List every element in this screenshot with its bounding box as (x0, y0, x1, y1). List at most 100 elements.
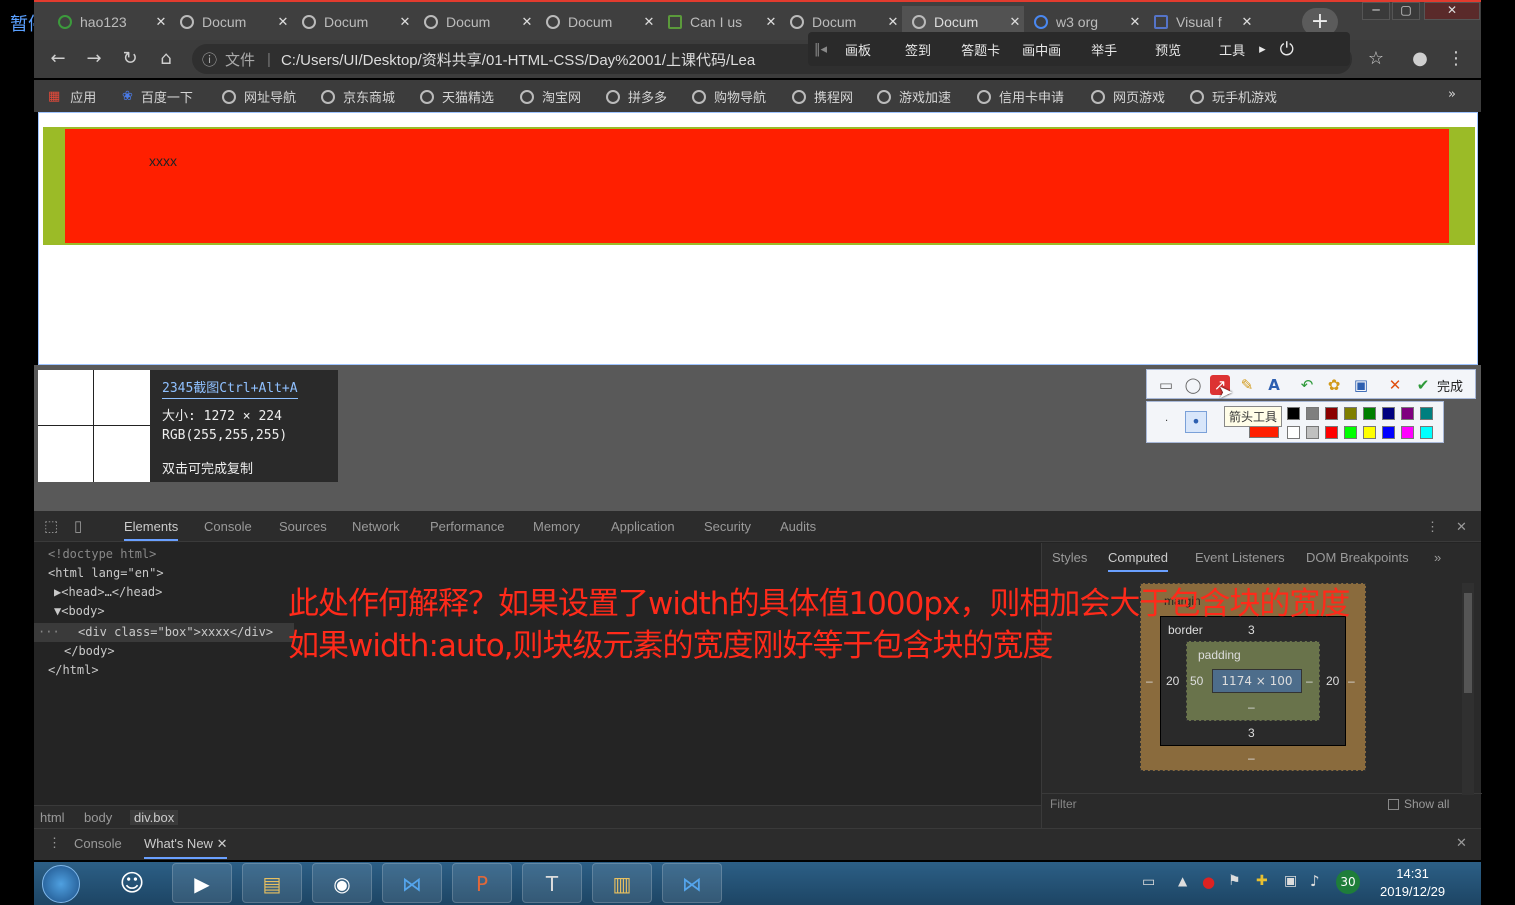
bookmark-item[interactable]: 京东商城 (321, 87, 395, 106)
keyboard-tray-icon[interactable]: ▭ (1142, 874, 1155, 890)
tab-security[interactable]: Security (704, 519, 751, 534)
info-icon[interactable]: ⓘ (202, 49, 217, 70)
tab-network[interactable]: Network (352, 519, 400, 534)
tab-performance[interactable]: Performance (430, 519, 504, 534)
brush-tool-icon[interactable]: ✎ (1237, 375, 1257, 395)
code-line[interactable]: </body> (64, 644, 115, 658)
system-clock[interactable]: 14:31 2019/12/29 (1380, 865, 1445, 901)
code-line[interactable]: ▼<body> (54, 604, 105, 618)
save-icon[interactable]: ▣ (1351, 375, 1371, 395)
color-swatch[interactable] (1287, 426, 1300, 439)
maximize-button[interactable]: ▢ (1392, 2, 1420, 20)
bookmark-item[interactable]: 玩手机游戏 (1190, 87, 1277, 106)
color-swatch[interactable] (1382, 407, 1395, 420)
inspect-icon[interactable]: ⬚ (44, 517, 58, 535)
network-icon[interactable]: ▣ (1284, 873, 1297, 889)
color-swatch[interactable] (1344, 407, 1357, 420)
close-icon[interactable]: ✕ (762, 14, 780, 30)
power-icon[interactable]: ⏻ (1280, 39, 1294, 60)
avatar-app-icon[interactable]: ☺ (102, 863, 162, 903)
powerpoint-icon[interactable]: P (452, 863, 512, 903)
color-swatch[interactable] (1363, 407, 1376, 420)
pen-tool-item[interactable]: 工具 (1219, 40, 1245, 59)
tab-application[interactable]: Application (611, 519, 675, 534)
color-swatch[interactable] (1306, 426, 1319, 439)
devtools-close-icon[interactable]: ✕ (1456, 519, 1467, 535)
pointer-icon[interactable]: ▸ (1259, 42, 1266, 57)
action-center-flag-icon[interactable]: ⚑ (1228, 873, 1241, 889)
bookmark-item[interactable]: 拼多多 (606, 87, 667, 106)
home-icon[interactable]: ⌂ (154, 48, 178, 69)
bookmark-item[interactable]: 网址导航 (222, 87, 296, 106)
drawer-close-icon[interactable]: ✕ (1456, 835, 1467, 851)
close-icon[interactable]: ✕ (884, 14, 902, 30)
color-swatch[interactable] (1325, 426, 1338, 439)
drawer-tab-whats-new[interactable]: What's New ✕ (144, 836, 228, 859)
check-icon[interactable]: ✔ (1413, 375, 1433, 395)
breadcrumb-div-box[interactable]: div.box (130, 810, 179, 825)
tray-expand-icon[interactable]: ▲ (1178, 874, 1187, 888)
close-icon[interactable]: ✕ (152, 14, 170, 30)
star-icon[interactable]: ☆ (1364, 48, 1388, 69)
tab-elements[interactable]: Elements (124, 519, 179, 541)
tab-dom-breakpoints[interactable]: DOM Breakpoints (1306, 550, 1409, 565)
text-tool-icon[interactable]: A (1264, 375, 1284, 395)
menu-icon[interactable]: ⋮ (1444, 48, 1468, 69)
profile-icon[interactable]: ● (1408, 48, 1432, 69)
tab-audits[interactable]: Audits (780, 519, 816, 534)
tab-styles[interactable]: Styles (1052, 550, 1087, 565)
badge-icon[interactable]: 30 (1336, 870, 1360, 894)
volume-icon[interactable]: ♪ (1310, 872, 1320, 890)
share-icon[interactable]: ✿ (1324, 375, 1344, 395)
bookmark-item[interactable]: ❀ 百度一下 (122, 87, 193, 106)
bookmark-item[interactable]: 信用卡申请 (977, 87, 1064, 106)
drawer-tab-console[interactable]: Console (74, 836, 122, 851)
notepad-app-icon[interactable]: ▥ (592, 863, 652, 903)
close-window-button[interactable]: ✕ (1424, 2, 1480, 20)
color-swatch[interactable] (1306, 407, 1319, 420)
breadcrumb-body[interactable]: body (84, 810, 112, 825)
bookmark-item[interactable]: 携程网 (792, 87, 853, 106)
checkbox-icon[interactable] (1388, 799, 1399, 811)
reload-icon[interactable]: ↻ (118, 48, 142, 69)
code-line[interactable]: <html lang="en"> (48, 566, 164, 580)
show-all-checkbox[interactable]: Show all (1388, 797, 1449, 811)
bookmark-item[interactable]: 网页游戏 (1091, 87, 1165, 106)
minimize-button[interactable]: ─ (1362, 2, 1390, 20)
start-button[interactable] (42, 865, 80, 903)
code-line[interactable]: </html> (48, 663, 99, 677)
browser-tab[interactable]: Can I us ✕ (658, 6, 780, 38)
color-swatch[interactable] (1325, 407, 1338, 420)
cancel-icon[interactable]: ✕ (1385, 375, 1405, 395)
drawer-menu-icon[interactable]: ⋮ (48, 835, 61, 851)
close-icon[interactable]: ✕ (1126, 14, 1144, 30)
vscode-icon[interactable]: ⋈ (382, 863, 442, 903)
color-swatch[interactable] (1287, 407, 1300, 420)
undo-icon[interactable]: ↶ (1297, 375, 1317, 395)
browser-tab[interactable]: hao123 ✕ (48, 6, 170, 38)
pen-tool-item[interactable]: 签到 (905, 40, 931, 59)
bookmark-item[interactable]: 购物导航 (692, 87, 766, 106)
bookmark-item[interactable]: 游戏加速 (877, 87, 951, 106)
color-swatch[interactable] (1344, 426, 1357, 439)
media-player-icon[interactable]: ▶ (172, 863, 232, 903)
browser-tab[interactable]: Docum ✕ (414, 6, 536, 38)
tab-console[interactable]: Console (204, 519, 252, 534)
close-icon[interactable]: ✕ (1238, 14, 1256, 30)
more-bookmarks-icon[interactable]: » (1448, 87, 1456, 102)
close-icon[interactable]: ✕ (274, 14, 292, 30)
device-toggle-icon[interactable]: ▯ (74, 517, 82, 535)
tab-memory[interactable]: Memory (533, 519, 580, 534)
pen-tool-item[interactable]: 画板 (845, 40, 871, 59)
tab-sources[interactable]: Sources (279, 519, 327, 534)
tab-computed[interactable]: Computed (1108, 550, 1168, 572)
browser-tab[interactable]: Docum ✕ (292, 6, 414, 38)
color-swatch[interactable] (1382, 426, 1395, 439)
close-icon[interactable]: ✕ (1006, 14, 1024, 30)
code-line[interactable]: <!doctype html> (48, 547, 156, 561)
bookmark-item[interactable]: 天猫精选 (420, 87, 494, 106)
scrollbar-track[interactable] (1462, 583, 1474, 795)
tab-event-listeners[interactable]: Event Listeners (1195, 550, 1285, 565)
pen-tool-item[interactable]: 预览 (1155, 40, 1181, 59)
back-icon[interactable]: ← (46, 48, 70, 69)
